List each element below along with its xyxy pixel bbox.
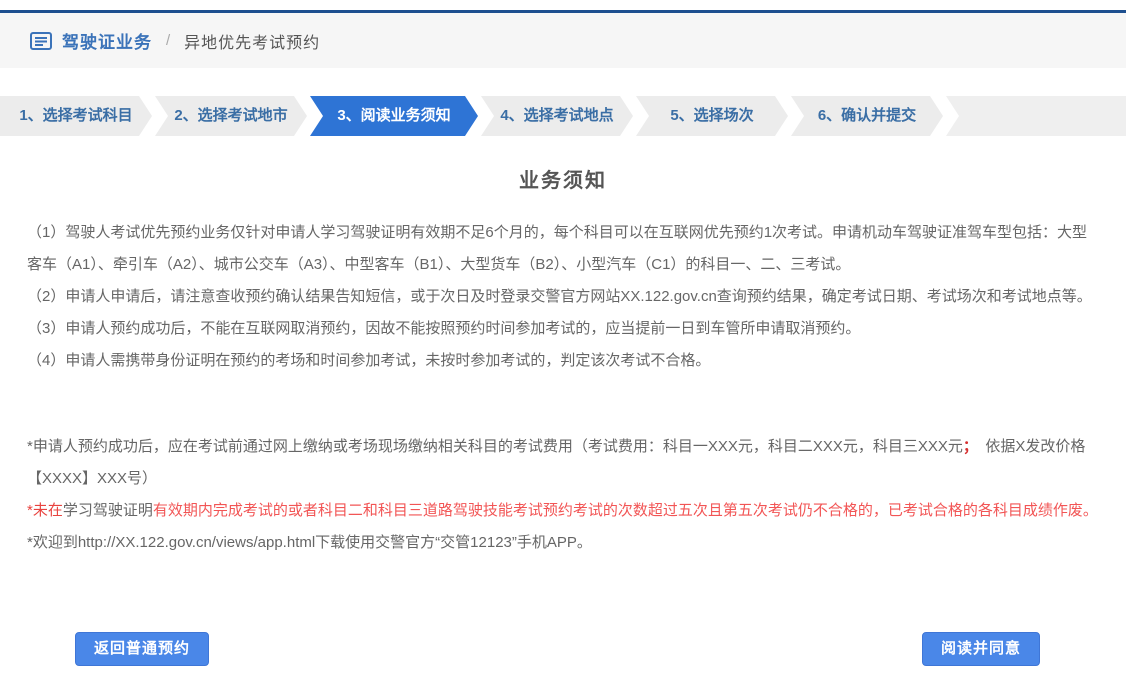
step-3-read-notice[interactable]: 3、阅读业务须知	[310, 96, 478, 136]
notice-paragraph-4: （4）申请人需携带身份证明在预约的考场和时间参加考试，未按时参加考试的，判定该次…	[27, 345, 1099, 377]
warning-gray-text: 学习驾驶证明	[63, 502, 153, 519]
step-4-select-site[interactable]: 4、选择考试地点	[481, 96, 633, 136]
read-and-agree-button[interactable]: 阅读并同意	[922, 632, 1040, 666]
page-header: 驾驶证业务 / 异地优先考试预约	[0, 13, 1126, 68]
step-wizard-filler	[946, 96, 1126, 136]
step-wizard: 1、选择考试科目 2、选择考试地市 3、阅读业务须知 4、选择考试地点 5、选择…	[0, 96, 1126, 136]
step-2-select-city[interactable]: 2、选择考试地市	[155, 96, 307, 136]
breadcrumb-current-page: 异地优先考试预约	[184, 29, 320, 53]
notice-paragraph-1: （1）驾驶人考试优先预约业务仅针对申请人学习驾驶证明有效期不足6个月的，每个科目…	[27, 217, 1099, 281]
app-download-note: *欢迎到http://XX.122.gov.cn/views/app.html下…	[27, 527, 1099, 559]
warning-line: *未在学习驾驶证明有效期内完成考试的或者科目二和科目三道路驾驶技能考试预约考试的…	[27, 495, 1099, 527]
fee-note-line: *申请人预约成功后，应在考试前通过网上缴纳或考场现场缴纳相关科目的考试费用（考试…	[27, 431, 1099, 495]
step-5-select-session[interactable]: 5、选择场次	[636, 96, 788, 136]
breadcrumb-service-title[interactable]: 驾驶证业务	[62, 28, 152, 53]
notice-content: 业务须知 （1）驾驶人考试优先预约业务仅针对申请人学习驾驶证明有效期不足6个月的…	[0, 164, 1126, 559]
step-1-select-subject[interactable]: 1、选择考试科目	[0, 96, 152, 136]
footer-actions: 返回普通预约 阅读并同意	[0, 632, 1126, 666]
step-6-confirm-submit[interactable]: 6、确认并提交	[791, 96, 943, 136]
warning-prefix: *未在	[27, 502, 63, 519]
fee-note-text: *申请人预约成功后，应在考试前通过网上缴纳或考场现场缴纳相关科目的考试费用（考试…	[27, 438, 963, 455]
page-title: 业务须知	[27, 164, 1099, 193]
breadcrumb-separator: /	[166, 32, 170, 49]
top-strip	[0, 0, 1126, 10]
notice-paragraph-2: （2）申请人申请后，请注意查收预约确认结果告知短信，或于次日及时登录交警官方网站…	[27, 281, 1099, 313]
warning-red-text: 有效期内完成考试的或者科目二和科目三道路驾驶技能考试预约考试的次数超过五次且第五…	[153, 502, 1098, 519]
notice-paragraph-3: （3）申请人预约成功后，不能在互联网取消预约，因故不能按照预约时间参加考试的，应…	[27, 313, 1099, 345]
back-to-normal-booking-button[interactable]: 返回普通预约	[75, 632, 209, 666]
menu-list-icon	[30, 32, 52, 50]
